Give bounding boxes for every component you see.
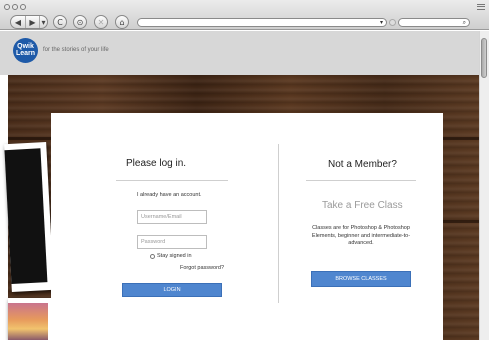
browse-classes-button[interactable]: BROWSE CLASSES xyxy=(311,271,411,287)
classes-description: Classes are for Photoshop & Photoshop El… xyxy=(311,225,411,246)
address-bar[interactable]: ▾ xyxy=(137,18,387,27)
history-dropdown-icon[interactable]: ▾ xyxy=(39,16,47,28)
window-close-control[interactable] xyxy=(4,4,10,10)
stop-icon[interactable]: ⊙ xyxy=(73,15,87,29)
member-heading: Not a Member? xyxy=(328,159,397,170)
stay-signed-in-option[interactable]: Stay signed in xyxy=(150,253,192,259)
login-heading-rule xyxy=(116,180,228,181)
card-divider xyxy=(278,144,279,303)
forgot-password-link[interactable]: Forgot password? xyxy=(180,265,224,271)
login-button[interactable]: LOGIN xyxy=(122,283,222,297)
search-icon: ⌕ xyxy=(462,18,466,26)
have-account-text: I already have an account. xyxy=(137,192,202,198)
back-icon[interactable]: ◀ xyxy=(11,16,25,28)
reload-icon[interactable]: C xyxy=(53,15,67,29)
stay-signed-in-label: Stay signed in xyxy=(157,253,192,259)
password-field[interactable] xyxy=(137,235,207,249)
search-bar[interactable]: ⌕ xyxy=(398,18,470,27)
browser-toolbar: ◀ ▶ ▾ C ⊙ ✕ ⌂ ▾ ⌕ xyxy=(0,0,489,30)
free-class-heading: Take a Free Class xyxy=(322,200,403,211)
address-dropdown-icon[interactable]: ▾ xyxy=(380,19,383,26)
site-logo[interactable]: Qwik Learn xyxy=(13,38,38,63)
window-zoom-control[interactable] xyxy=(20,4,26,10)
home-icon[interactable]: ⌂ xyxy=(115,15,129,29)
back-forward-group: ◀ ▶ ▾ xyxy=(10,15,48,29)
logo-text-bottom: Learn xyxy=(15,49,36,57)
decorative-sunset-photo xyxy=(8,298,52,340)
close-tab-icon[interactable]: ✕ xyxy=(94,15,108,29)
site-tagline: for the stories of your life xyxy=(43,47,109,53)
site-header xyxy=(0,31,489,75)
login-heading: Please log in. xyxy=(126,158,187,169)
scrollbar-thumb[interactable] xyxy=(481,38,487,78)
stay-signed-in-checkbox[interactable] xyxy=(150,253,155,259)
window-menu-icon[interactable] xyxy=(477,4,485,10)
window-minimize-control[interactable] xyxy=(12,4,18,10)
decorative-photo-frame xyxy=(4,142,54,292)
username-field[interactable] xyxy=(137,210,207,224)
feed-icon[interactable] xyxy=(389,19,396,26)
member-heading-rule xyxy=(306,180,416,181)
forward-icon[interactable]: ▶ xyxy=(25,16,39,28)
